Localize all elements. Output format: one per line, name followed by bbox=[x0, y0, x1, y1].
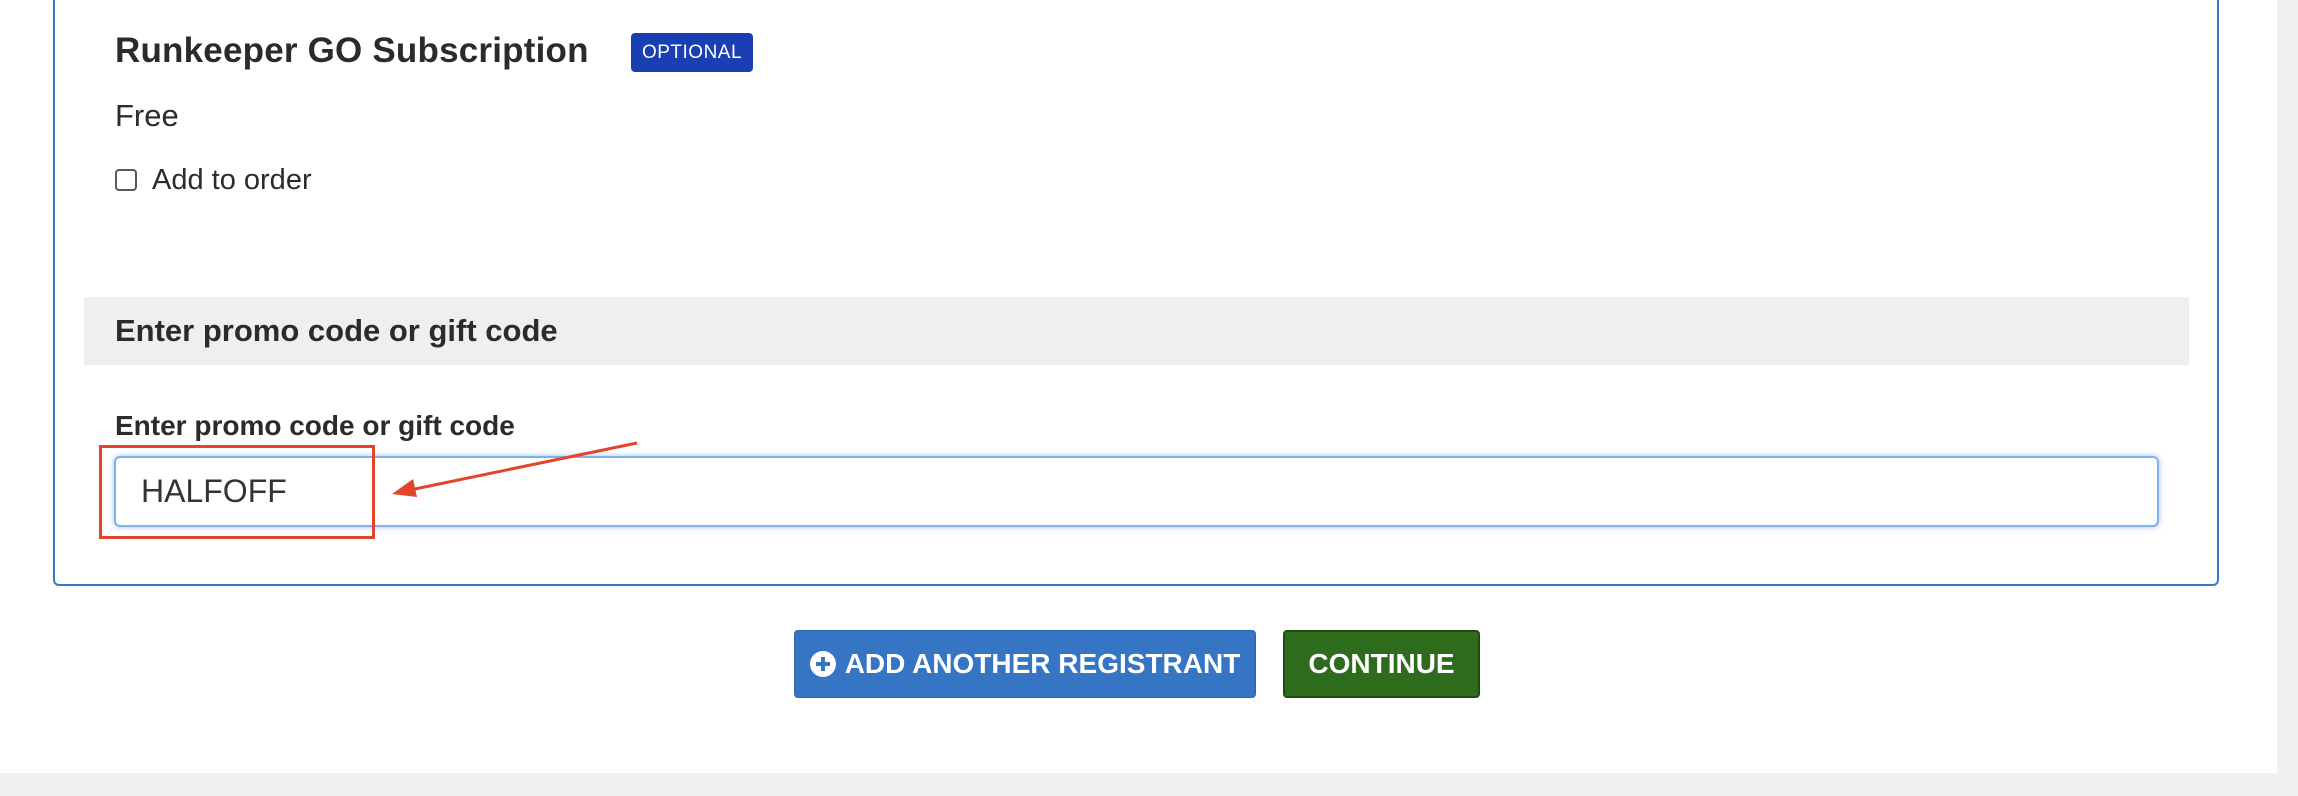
add-to-order-checkbox[interactable] bbox=[115, 169, 137, 191]
promo-code-input[interactable] bbox=[114, 456, 2159, 527]
add-another-registrant-button[interactable]: ADD ANOTHER REGISTRANT bbox=[794, 630, 1256, 698]
add-to-order-option[interactable]: Add to order bbox=[115, 160, 312, 200]
continue-button[interactable]: CONTINUE bbox=[1283, 630, 1480, 698]
continue-label: CONTINUE bbox=[1308, 648, 1455, 679]
plus-circle-icon bbox=[809, 651, 836, 677]
promo-field-label: Enter promo code or gift code bbox=[115, 410, 515, 441]
promo-section-title: Enter promo code or gift code bbox=[115, 313, 558, 348]
addon-title: Runkeeper GO Subscription bbox=[115, 31, 589, 70]
add-another-registrant-label: ADD ANOTHER REGISTRANT bbox=[844, 648, 1241, 679]
optional-badge: OPTIONAL bbox=[631, 33, 753, 72]
addon-price: Free bbox=[115, 98, 179, 133]
add-to-order-label: Add to order bbox=[152, 164, 312, 196]
